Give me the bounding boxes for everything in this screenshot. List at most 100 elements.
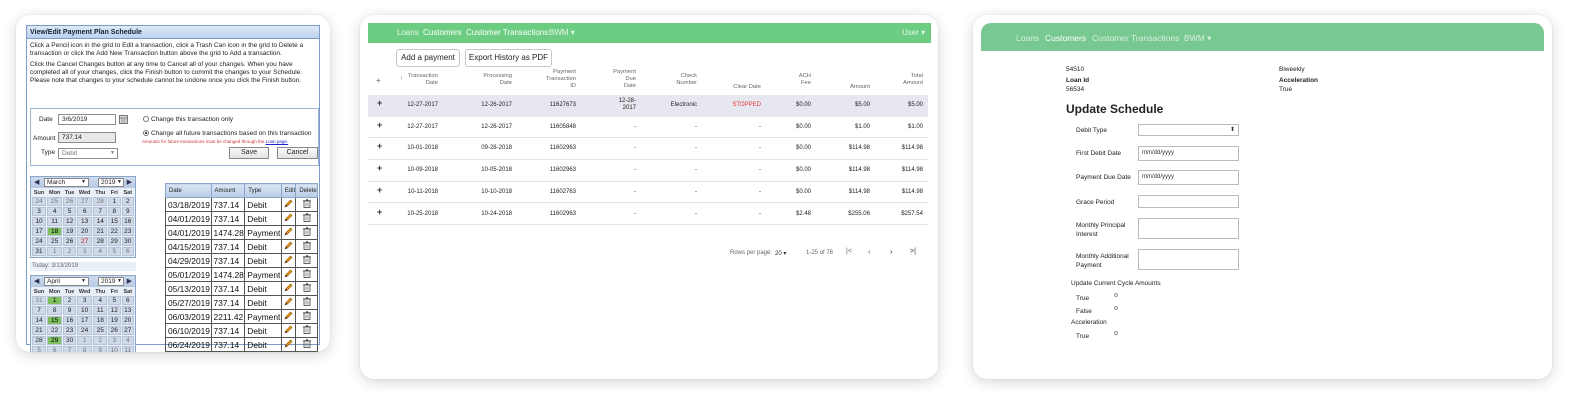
column-header[interactable]: Transaction Date	[368, 73, 438, 87]
calendar-day[interactable]: 27	[76, 197, 93, 206]
transaction-row[interactable]: +10-11-2018 10-10-2018 11602763- - - $0.00 $11…	[368, 182, 928, 204]
first-page-icon[interactable]: |<	[846, 248, 852, 255]
nav-customer-transactions[interactable]: Customer Transactions	[466, 28, 548, 37]
pencil-icon[interactable]	[284, 269, 293, 278]
calendar-day[interactable]: 26	[108, 326, 121, 335]
calendar-day[interactable]: 5	[108, 247, 121, 256]
transaction-row[interactable]: +10-25-2018 10-24-2018 11602963- - - $2.48 $25…	[368, 204, 928, 225]
calendar-day[interactable]: 3	[32, 207, 47, 216]
calendar-day[interactable]: 9	[121, 207, 134, 216]
calendar-day[interactable]: 10	[108, 346, 121, 352]
radio-icon[interactable]	[143, 116, 149, 123]
monthly-principal-input[interactable]	[1138, 218, 1239, 239]
calendar-day[interactable]: 22	[47, 326, 63, 335]
calendar-day[interactable]: 29	[47, 336, 63, 345]
transaction-row[interactable]: +12-27-2017 12-26-2017 11605848- - - $0.00 $1.…	[368, 117, 928, 139]
column-header[interactable]: Total Amount	[853, 73, 923, 87]
calendar-day[interactable]: 6	[121, 247, 134, 256]
radio-acceleration-true[interactable]	[1114, 331, 1118, 335]
calendar-day[interactable]: 12	[108, 306, 121, 315]
calendar-day[interactable]: 25	[47, 237, 63, 246]
type-select[interactable]: Debit ▼	[58, 148, 118, 159]
calendar-day[interactable]: 12	[63, 217, 76, 226]
calendar-day[interactable]: 8	[108, 207, 121, 216]
nav-loans[interactable]: Loans	[1016, 33, 1039, 43]
nav-user[interactable]: User ▾	[902, 28, 925, 37]
calendar-day[interactable]: 1	[76, 336, 93, 345]
calendar-day[interactable]: 22	[108, 227, 121, 236]
calendar-day[interactable]: 11	[93, 306, 108, 315]
trash-icon[interactable]	[302, 325, 311, 334]
calendar-day[interactable]: 28	[93, 197, 108, 206]
calendar-day[interactable]: 31	[32, 247, 47, 256]
calendar-day[interactable]: 9	[63, 306, 76, 315]
calendar-day[interactable]: 20	[121, 316, 134, 325]
calendar-day[interactable]: 11	[121, 346, 134, 352]
calendar-day[interactable]: 28	[93, 237, 108, 246]
calendar-day[interactable]: 20	[76, 227, 93, 236]
calendar-day[interactable]: 29	[108, 237, 121, 246]
calendar-day[interactable]: 31	[32, 296, 47, 305]
loan-page-link[interactable]: Loan page.	[266, 139, 289, 144]
calendar-day[interactable]: 3	[76, 296, 93, 305]
calendar-day[interactable]: 3	[76, 247, 93, 256]
calendar-day[interactable]: 18	[93, 316, 108, 325]
calendar-day[interactable]: 21	[93, 227, 108, 236]
amount-input[interactable]: 737.14	[58, 132, 116, 143]
calendar-day[interactable]: 25	[93, 326, 108, 335]
add-payment-button[interactable]: Add a payment	[396, 49, 460, 67]
calendar-day[interactable]: 10	[32, 217, 47, 226]
trash-icon[interactable]	[302, 269, 311, 278]
radio-selected-icon[interactable]	[143, 130, 149, 137]
pencil-icon[interactable]	[284, 213, 293, 222]
calendar-day[interactable]: 24	[32, 237, 47, 246]
column-header[interactable]: Check Number	[627, 73, 697, 87]
trash-icon[interactable]	[302, 311, 311, 320]
nav-bwm[interactable]: BWM ▾	[549, 28, 575, 37]
calendar-day[interactable]: 15	[108, 217, 121, 226]
calendar-day[interactable]: 4	[47, 207, 63, 216]
rows-per-page-select[interactable]: 20 ▾	[775, 250, 786, 257]
calendar-icon[interactable]	[119, 115, 128, 124]
calendar-day[interactable]: 27	[121, 326, 134, 335]
trash-icon[interactable]	[302, 283, 311, 292]
calendar-day[interactable]: 11	[47, 217, 63, 226]
calendar-day[interactable]: 6	[47, 346, 63, 352]
nav-loans[interactable]: Loans	[397, 28, 419, 37]
calendar-day[interactable]: 13	[121, 306, 134, 315]
nav-customer-transactions[interactable]: Customer Transactions	[1092, 33, 1179, 43]
pencil-icon[interactable]	[284, 255, 293, 264]
transaction-row[interactable]: +12-27-2017 12-26-2017 11627673 12-28- 2017…	[368, 95, 928, 117]
next-month-icon[interactable]: ▶	[127, 277, 132, 285]
calendar-day[interactable]: 7	[63, 346, 76, 352]
radio-true[interactable]	[1114, 293, 1118, 297]
transaction-row[interactable]: +10-01-2018 09-28-2018 11602963- - - $0.00 $11…	[368, 138, 928, 160]
calendar-day[interactable]: 23	[63, 326, 76, 335]
column-header[interactable]: Payment Due Date	[566, 69, 636, 90]
pencil-icon[interactable]	[284, 283, 293, 292]
calendar-day[interactable]: 4	[93, 296, 108, 305]
trash-icon[interactable]	[302, 255, 311, 264]
year-select[interactable]: 2019 ▼	[98, 277, 124, 286]
calendar-day[interactable]: 6	[121, 296, 134, 305]
trash-icon[interactable]	[302, 227, 311, 236]
calendar-day[interactable]: 5	[32, 346, 47, 352]
calendar-day[interactable]: 7	[93, 207, 108, 216]
column-header[interactable]: Processing Date	[442, 73, 512, 87]
calendar-day[interactable]: 25	[47, 197, 63, 206]
trash-icon[interactable]	[302, 241, 311, 250]
calendar-day[interactable]: 6	[76, 207, 93, 216]
export-pdf-button[interactable]: Export History as PDF	[465, 49, 552, 67]
calendar-day[interactable]: 26	[63, 197, 76, 206]
radio-false[interactable]	[1114, 306, 1118, 310]
nav-bwm[interactable]: BWM ▾	[1184, 33, 1211, 44]
calendar-day[interactable]: 2	[63, 296, 76, 305]
calendar-day[interactable]: 16	[63, 316, 76, 325]
calendar-day[interactable]: 2	[93, 336, 108, 345]
radio-future[interactable]: Change all future transactions based on …	[143, 130, 311, 137]
date-input[interactable]: 3/6/2019	[58, 114, 116, 125]
calendar-day[interactable]: 1	[47, 247, 63, 256]
pencil-icon[interactable]	[284, 227, 293, 236]
calendar-day[interactable]: 24	[76, 326, 93, 335]
calendar-day[interactable]: 17	[32, 227, 47, 236]
